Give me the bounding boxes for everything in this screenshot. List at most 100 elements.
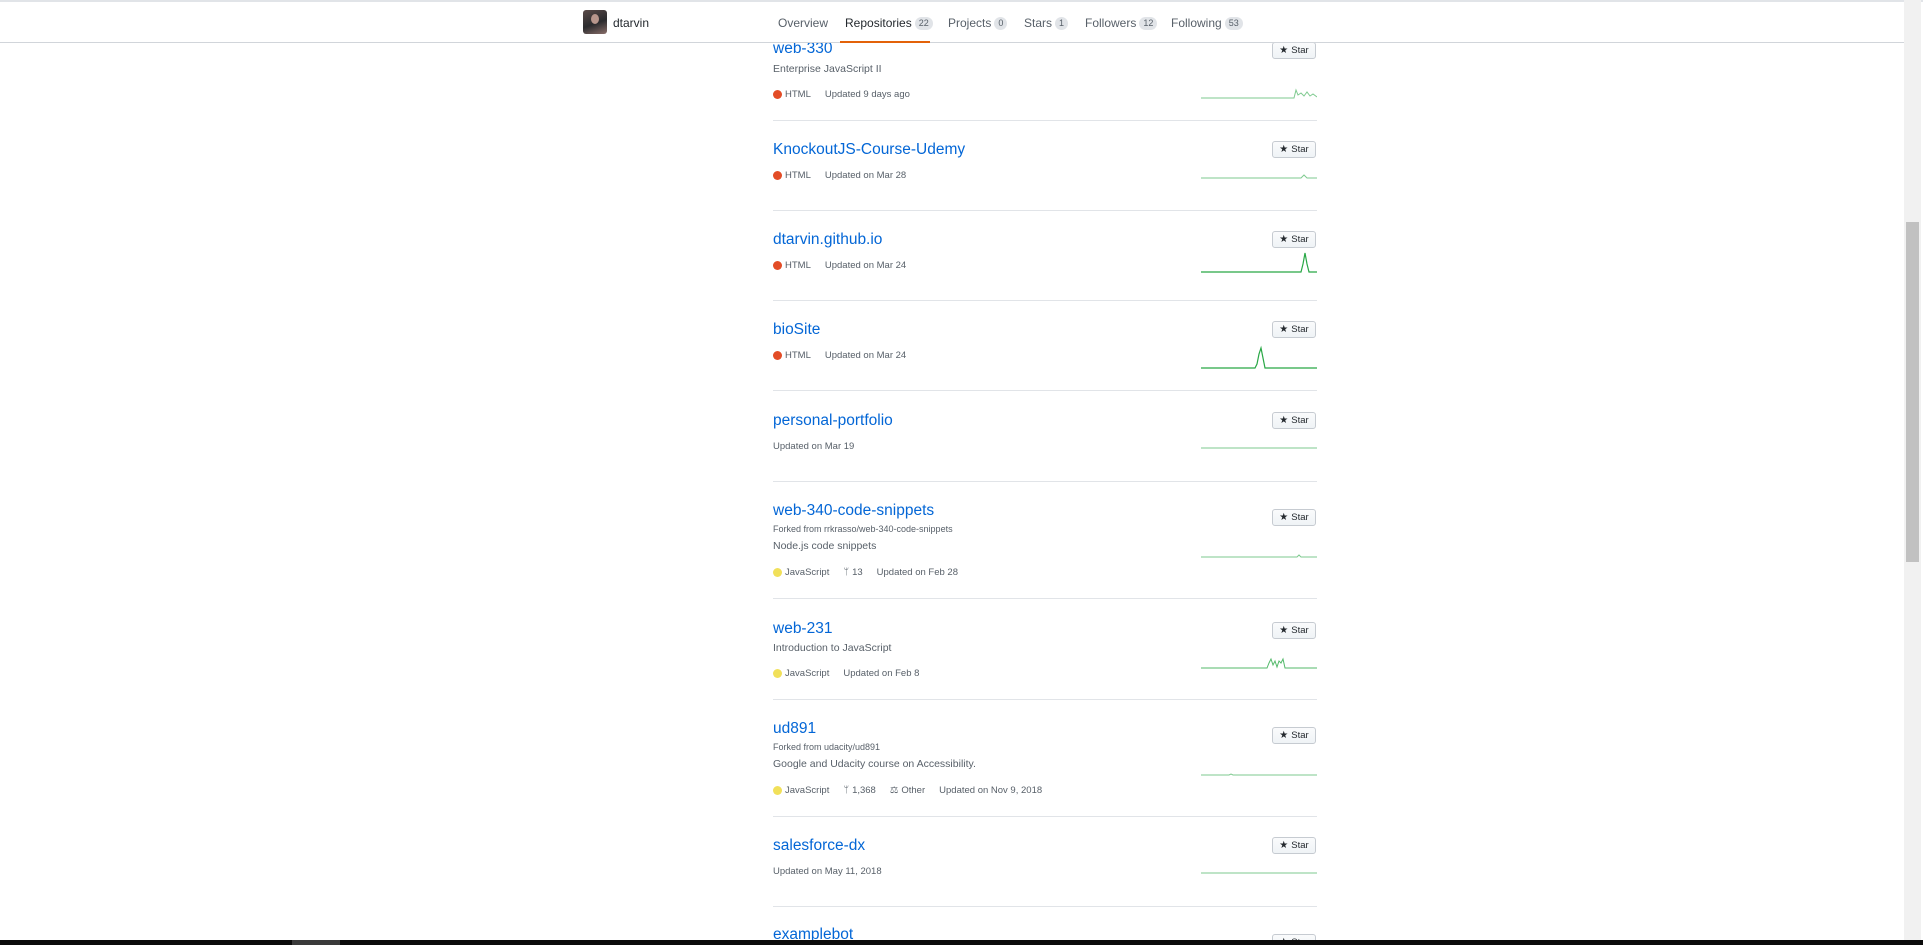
language-color-dot xyxy=(773,351,782,360)
activity-sparkline xyxy=(1201,252,1317,273)
repo-name-link[interactable]: examplebot xyxy=(773,926,853,940)
repo-updated: Updated on Feb 28 xyxy=(876,567,958,578)
tab-projects[interactable]: Projects 0 xyxy=(948,16,1008,30)
repo-item: bioSite HTML Updated on Mar 24 ★ Star xyxy=(773,321,1317,391)
language-color-dot xyxy=(773,90,782,99)
taskbar-item[interactable] xyxy=(292,940,340,945)
language-color-dot xyxy=(773,261,782,270)
repo-item: salesforce-dx Updated on May 11, 2018 ★ S… xyxy=(773,837,1317,907)
repo-description: Google and Udacity course on Accessibili… xyxy=(773,758,976,770)
repo-description: Node.js code snippets xyxy=(773,540,877,552)
language-color-dot xyxy=(773,669,782,678)
username[interactable]: dtarvin xyxy=(613,16,649,30)
repo-name-link[interactable]: dtarvin.github.io xyxy=(773,231,882,249)
activity-sparkline xyxy=(1201,88,1317,99)
repo-item: web-231 Introduction to JavaScript JavaS… xyxy=(773,620,1317,700)
activity-sparkline xyxy=(1201,554,1317,558)
repo-license: ⚖ Other xyxy=(889,785,926,796)
repo-updated: Updated on Feb 8 xyxy=(843,668,920,679)
star-icon: ★ xyxy=(1279,625,1289,636)
tab-followers[interactable]: Followers 12 xyxy=(1085,16,1158,30)
repo-updated: Updated on Mar 19 xyxy=(773,441,855,452)
repo-meta: Updated on May 11, 2018 xyxy=(773,866,896,877)
repo-item: examplebot ★Star xyxy=(773,926,1317,940)
repo-forks[interactable]: ᛘ 1,368 xyxy=(843,785,875,796)
repo-name-link[interactable]: personal-portfolio xyxy=(773,412,893,430)
repo-language: JavaScript xyxy=(773,567,829,578)
repo-name-link[interactable]: ud891 xyxy=(773,720,816,738)
tab-following[interactable]: Following 53 xyxy=(1171,16,1243,30)
language-color-dot xyxy=(773,171,782,180)
tab-repositories[interactable]: Repositories 22 xyxy=(845,16,933,30)
repositories-count: 22 xyxy=(914,17,933,30)
repo-language: JavaScript xyxy=(773,668,829,679)
scrollbar-thumb[interactable] xyxy=(1906,222,1919,562)
repo-name-link[interactable]: web-340-code-snippets xyxy=(773,502,934,520)
star-button[interactable]: ★Star xyxy=(1272,509,1316,526)
taskbar xyxy=(0,940,1923,945)
repo-meta: HTML Updated on Mar 24 xyxy=(773,260,920,271)
star-button[interactable]: ★Star xyxy=(1272,321,1316,338)
repo-updated: Updated on May 11, 2018 xyxy=(773,866,882,877)
activity-sparkline xyxy=(1201,174,1317,179)
profile-nav-header: dtarvin Overview Repositories 22 Projects… xyxy=(0,2,1904,43)
tab-overview[interactable]: Overview xyxy=(778,16,828,30)
repo-name-link[interactable]: salesforce-dx xyxy=(773,837,865,855)
repo-meta: Updated on Mar 19 xyxy=(773,441,868,452)
language-color-dot xyxy=(773,786,782,795)
repo-updated: Updated on Mar 24 xyxy=(824,260,907,271)
forked-from-text[interactable]: Forked from rrkrasso/web-340-code-snippe… xyxy=(773,524,953,534)
repo-language: HTML xyxy=(773,350,811,361)
repo-updated: Updated on Mar 24 xyxy=(824,350,907,361)
repo-updated: Updated on Mar 28 xyxy=(824,170,907,181)
active-tab-underline xyxy=(840,41,930,43)
repo-item: personal-portfolio Updated on Mar 19 ★ St… xyxy=(773,412,1317,482)
projects-count: 0 xyxy=(994,17,1008,30)
star-icon: ★ xyxy=(1279,324,1289,335)
stars-count: 1 xyxy=(1055,17,1069,30)
repo-meta: HTML Updated on Mar 24 xyxy=(773,350,920,361)
repo-item: dtarvin.github.io HTML Updated on Mar 24… xyxy=(773,231,1317,301)
repo-name-link[interactable]: KnockoutJS-Course-Udemy xyxy=(773,141,965,159)
repo-updated: Updated 9 days ago xyxy=(824,89,910,100)
repo-language: JavaScript xyxy=(773,785,829,796)
star-button[interactable]: ★Star xyxy=(1272,42,1316,59)
user-avatar[interactable] xyxy=(583,10,607,34)
activity-sparkline xyxy=(1201,345,1317,369)
star-button[interactable]: ★Star xyxy=(1272,727,1316,744)
repo-language: HTML xyxy=(773,89,811,100)
activity-sparkline xyxy=(1201,447,1317,449)
repo-meta: JavaScript ᛘ 13 Updated on Feb 28 xyxy=(773,567,972,578)
fork-icon: ᛘ xyxy=(843,785,850,796)
repo-meta: HTML Updated on Mar 28 xyxy=(773,170,920,181)
repo-language: HTML xyxy=(773,170,811,181)
repo-name-link[interactable]: bioSite xyxy=(773,321,820,339)
repo-forks[interactable]: ᛘ 13 xyxy=(843,567,862,578)
language-color-dot xyxy=(773,568,782,577)
star-icon: ★ xyxy=(1279,45,1289,56)
repo-language: HTML xyxy=(773,260,811,271)
repo-meta: JavaScript Updated on Feb 8 xyxy=(773,668,933,679)
star-button[interactable]: ★Star xyxy=(1272,622,1316,639)
repo-updated: Updated on Nov 9, 2018 xyxy=(939,785,1043,796)
repo-item: web-330 Enterprise JavaScript II HTML Up… xyxy=(773,40,1317,121)
repo-name-link[interactable]: web-231 xyxy=(773,620,832,638)
followers-count: 12 xyxy=(1139,17,1158,30)
repo-description: Introduction to JavaScript xyxy=(773,642,892,654)
star-icon: ★ xyxy=(1279,730,1289,741)
activity-sparkline xyxy=(1201,872,1317,874)
repo-item: ud891 Forked from udacity/ud891 Google a… xyxy=(773,720,1317,817)
law-icon: ⚖ xyxy=(889,785,899,796)
repo-item: web-340-code-snippets Forked from rrkras… xyxy=(773,502,1317,599)
following-count: 53 xyxy=(1224,17,1243,30)
tab-stars[interactable]: Stars 1 xyxy=(1024,16,1069,30)
repo-meta: JavaScript ᛘ 1,368 ⚖ Other Updated on Nov … xyxy=(773,785,1056,796)
repo-description: Enterprise JavaScript II xyxy=(773,63,882,75)
forked-from-text[interactable]: Forked from udacity/ud891 xyxy=(773,742,880,752)
star-icon: ★ xyxy=(1279,512,1289,523)
repo-meta: HTML Updated 9 days ago xyxy=(773,89,924,100)
fork-icon: ᛘ xyxy=(843,567,850,578)
repo-item: KnockoutJS-Course-Udemy HTML Updated on … xyxy=(773,141,1317,211)
activity-sparkline xyxy=(1201,773,1317,776)
activity-sparkline xyxy=(1201,657,1317,669)
